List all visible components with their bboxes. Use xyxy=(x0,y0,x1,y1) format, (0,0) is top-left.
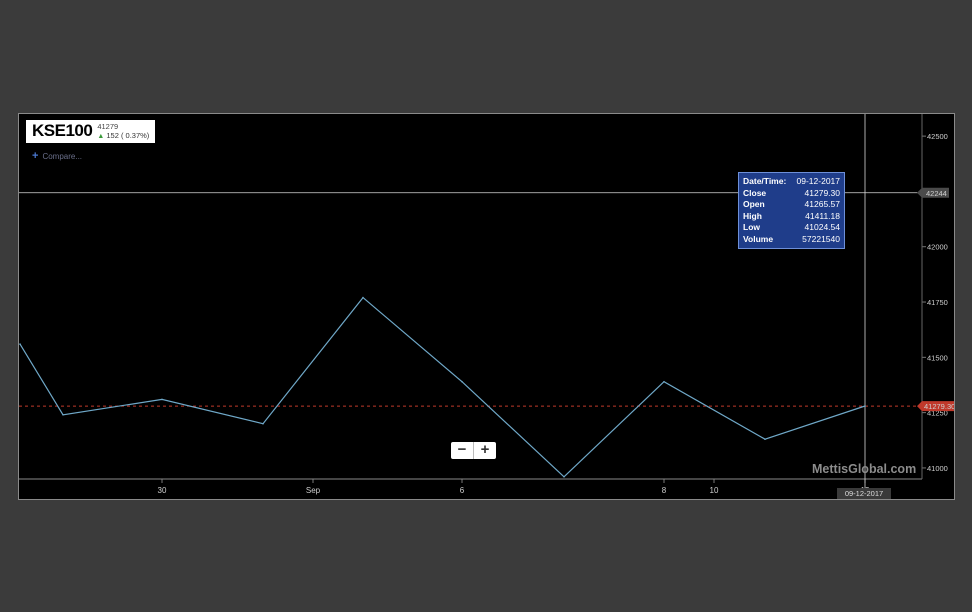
tooltip-value: 57221540 xyxy=(802,233,840,244)
chart-frame[interactable]: 42500422504200041750415004125041000 30Se… xyxy=(18,113,955,500)
compare-label: Compare... xyxy=(42,152,83,161)
watermark: MettisGlobal.com xyxy=(812,462,917,476)
tooltip-row-high: High 41411.18 xyxy=(743,211,840,223)
compare-button[interactable]: + Compare... xyxy=(32,150,82,162)
price-series-line xyxy=(19,296,866,478)
data-point xyxy=(161,398,163,401)
data-point xyxy=(764,438,766,441)
tooltip-row-low: Low 41024.54 xyxy=(743,222,840,234)
data-point xyxy=(19,343,21,345)
data-point xyxy=(563,476,565,478)
tooltip-value: 41411.18 xyxy=(805,210,840,221)
tooltip-label: High xyxy=(743,210,762,221)
tooltip-label: Volume xyxy=(743,233,774,244)
zoom-controls: − + xyxy=(451,442,496,459)
change-value: 152 ( 0.37%) xyxy=(106,130,150,140)
tooltip-value: 41265.57 xyxy=(804,199,840,209)
tooltip-label: Open xyxy=(743,199,765,209)
tooltip-row-open: Open 41265.57 xyxy=(743,199,840,211)
y-tick-label: 42000 xyxy=(927,243,948,252)
x-tick-label: Sep xyxy=(306,486,321,495)
y-tick-label: 41750 xyxy=(927,298,948,307)
data-point xyxy=(262,422,264,425)
zoom-out-button[interactable]: − xyxy=(451,442,474,459)
x-tick-label: 10 xyxy=(710,486,719,495)
crosshair-date-label: 09-12-2017 xyxy=(837,488,891,499)
y-tick-label: 41000 xyxy=(927,464,948,473)
tooltip-row-date: Date/Time: 09-12-2017 xyxy=(743,176,840,188)
tooltip-row-volume: Volume 57221540 xyxy=(743,234,840,246)
tooltip-value: 41279.30 xyxy=(804,187,840,198)
data-point xyxy=(461,380,463,383)
symbol-name: KSE100 xyxy=(32,121,93,140)
data-point xyxy=(362,296,364,299)
up-arrow-icon: ▲ xyxy=(97,132,105,140)
tooltip-value: 09-12-2017 xyxy=(796,176,840,186)
quote-block: 41279 ▲ 152 ( 0.37%) xyxy=(97,122,149,141)
tooltip-label: Close xyxy=(743,187,767,198)
y-tick-label: 42500 xyxy=(927,132,948,141)
data-point xyxy=(864,405,866,407)
last-value: 41279 xyxy=(97,121,119,131)
data-point xyxy=(62,414,64,416)
tooltip-row-close: Close 41279.30 xyxy=(743,188,840,200)
x-tick-label: 6 xyxy=(460,486,465,495)
tooltip-label: Date/Time: xyxy=(743,176,787,186)
x-tick-label: 30 xyxy=(158,486,167,495)
symbol-header: KSE100 41279 ▲ 152 ( 0.37%) xyxy=(26,120,156,143)
plus-icon: + xyxy=(32,150,39,162)
current-price-tag: 41279.30 xyxy=(924,402,954,411)
x-tick-label: 8 xyxy=(662,486,667,495)
y-tick-label: 41500 xyxy=(927,353,948,362)
change-row: ▲ 152 ( 0.37%) xyxy=(97,131,149,141)
zoom-in-button[interactable]: + xyxy=(474,442,496,459)
tooltip-label: Low xyxy=(743,222,760,232)
crosshair-value-tag: 42244 xyxy=(926,189,947,198)
data-point xyxy=(663,380,665,383)
ohlc-tooltip: Date/Time: 09-12-2017 Close 41279.30 Ope… xyxy=(738,172,845,249)
tooltip-value: 41024.54 xyxy=(804,222,840,232)
